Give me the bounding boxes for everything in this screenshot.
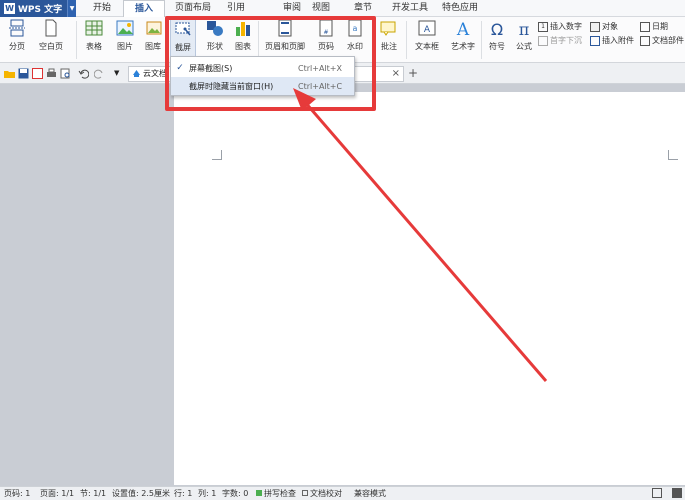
status-words: 字数: 0 <box>222 489 249 498</box>
status-row: 行: 1 <box>174 489 193 498</box>
status-col: 列: 1 <box>198 489 217 498</box>
status-setting: 设置值: 2.5厘米 <box>112 489 170 498</box>
annotation-arrow <box>293 88 548 382</box>
status-section: 节: 1/1 <box>80 489 107 498</box>
status-pages: 页面: 1/1 <box>40 489 75 498</box>
doc-proof-toggle[interactable]: 文档校对 <box>302 488 342 499</box>
spellcheck-icon <box>256 490 262 496</box>
view-mode-icon[interactable] <box>672 488 682 498</box>
fullscreen-icon[interactable] <box>652 488 662 498</box>
status-page-num: 页码: 1 <box>4 489 31 498</box>
spellcheck-toggle[interactable]: 拼写检查 <box>256 488 296 499</box>
compat-mode-label: 兼容模式 <box>354 489 386 498</box>
doc-proof-icon <box>302 490 308 496</box>
status-bar: 页码: 1 页面: 1/1 节: 1/1 设置值: 2.5厘米 行: 1 列: … <box>0 486 685 500</box>
